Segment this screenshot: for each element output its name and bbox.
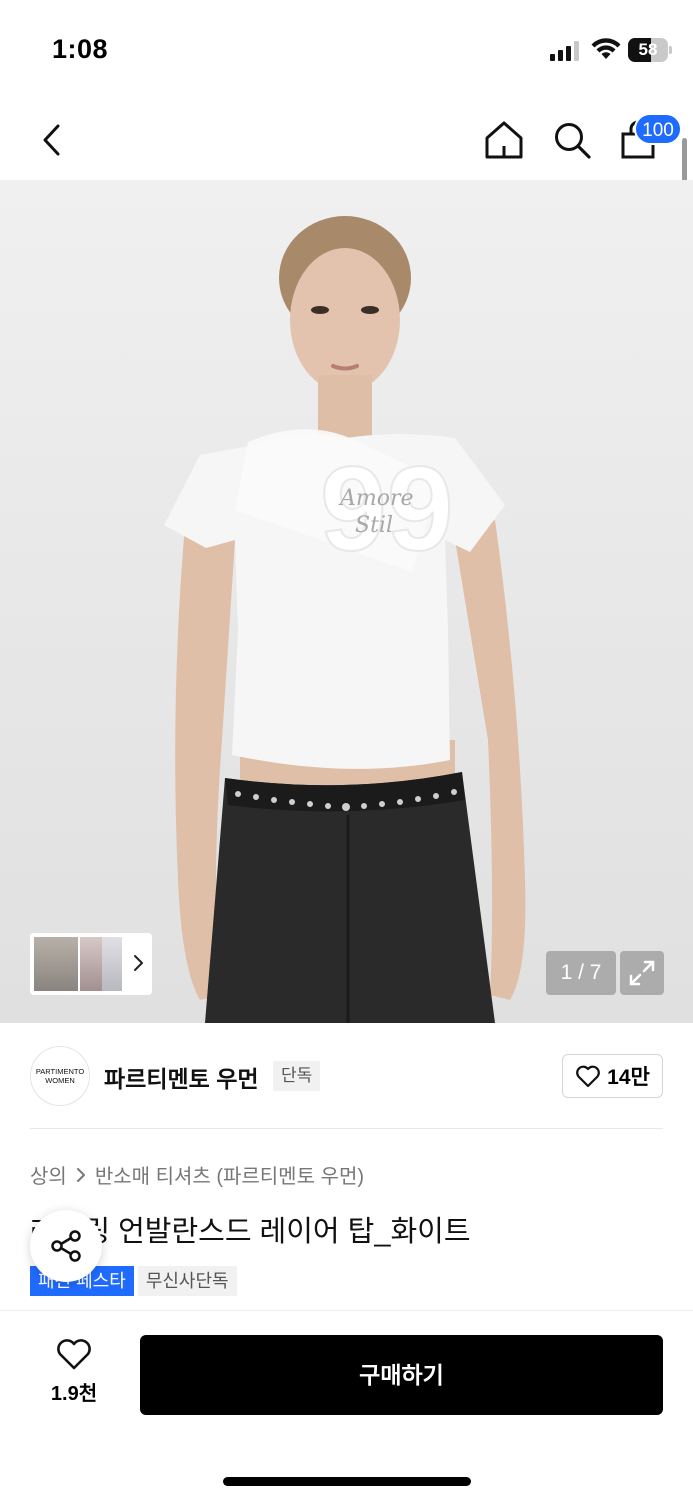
cellular-signal-icon	[550, 41, 579, 61]
battery-level: 58	[638, 40, 658, 59]
product-like-button[interactable]: 1.9천	[42, 1337, 106, 1406]
brand-name[interactable]: 파르티멘토 우먼	[104, 1060, 259, 1094]
wifi-icon	[591, 38, 621, 59]
brand-logo[interactable]: PARTIMENTO WOMEN	[30, 1046, 90, 1106]
gallery-page-indicator: 1 / 7	[546, 951, 616, 995]
heart-icon	[576, 1065, 601, 1088]
svg-text:Amore: Amore	[338, 486, 414, 511]
breadcrumb-category[interactable]: 상의	[30, 1160, 67, 1189]
top-nav	[0, 100, 693, 180]
battery-icon: 58	[628, 38, 672, 62]
product-image-gallery[interactable]: 99 Amore Stil 1 / 7	[0, 180, 693, 1023]
chevron-right-icon	[76, 1167, 85, 1182]
musinsa-exclusive-tag: 무신사단독	[137, 1266, 237, 1296]
product-photo: 99 Amore Stil	[164, 216, 526, 1023]
share-icon	[51, 1230, 81, 1262]
expand-image-button[interactable]	[620, 951, 664, 995]
exclusive-badge: 단독	[273, 1061, 321, 1091]
svg-text:Stil: Stil	[355, 513, 393, 538]
brand-like-button[interactable]: 14만	[562, 1054, 663, 1098]
breadcrumb-subcategory[interactable]: 반소매 티셔츠 (파르티멘토 우먼)	[95, 1160, 364, 1189]
status-bar: 1:08 58	[0, 0, 693, 100]
back-chevron-icon	[43, 124, 60, 156]
breadcrumb: 상의 반소매 티셔츠 (파르티멘토 우먼)	[30, 1160, 364, 1189]
search-icon	[555, 123, 591, 159]
thumbnail-image[interactable]	[102, 937, 122, 991]
status-time: 1:08	[52, 34, 109, 64]
thumbnail-image[interactable]	[34, 937, 78, 991]
brand-like-count: 14만	[607, 1066, 650, 1089]
home-indicator	[223, 1477, 471, 1486]
share-button[interactable]	[30, 1210, 102, 1282]
home-icon	[485, 121, 523, 159]
product-like-count: 1.9천	[50, 1383, 98, 1405]
home-button[interactable]	[480, 116, 528, 164]
buy-button[interactable]: 구매하기	[140, 1335, 663, 1415]
thumbnail-strip[interactable]	[30, 933, 152, 995]
search-button[interactable]	[548, 116, 596, 164]
brand-logo-line2: WOMEN	[45, 1076, 75, 1085]
chevron-right-icon	[134, 955, 143, 971]
brand-row: PARTIMENTO WOMEN 파르티멘토 우먼 단독 14만	[0, 1040, 693, 1128]
divider	[30, 1128, 663, 1129]
bottom-action-bar: 1.9천 구매하기	[0, 1310, 693, 1500]
expand-icon	[629, 960, 655, 986]
brand-logo-line1: PARTIMENTO	[35, 1067, 85, 1076]
back-button[interactable]	[30, 118, 74, 162]
cart-count-badge: 100	[634, 113, 682, 145]
heart-icon	[57, 1339, 91, 1370]
